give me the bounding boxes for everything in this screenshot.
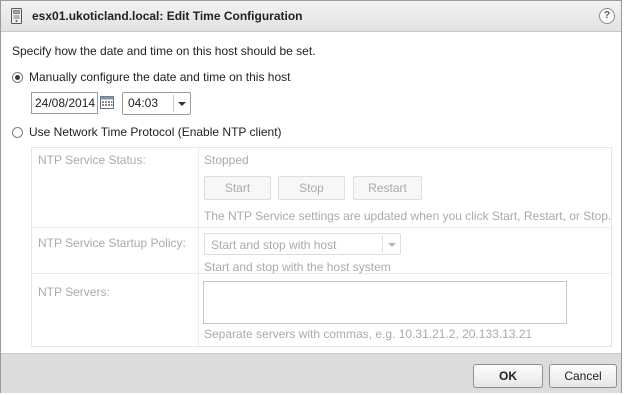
- chevron-down-icon[interactable]: [388, 243, 396, 247]
- date-input[interactable]: 24/08/2014: [31, 92, 98, 114]
- ntp-startup-policy-value: Start and stop with host: [211, 238, 337, 252]
- panel-column-divider: [198, 148, 199, 346]
- start-button[interactable]: Start: [204, 176, 271, 200]
- chevron-down-icon[interactable]: [178, 102, 186, 106]
- time-value: 04:03: [128, 96, 159, 110]
- ok-button[interactable]: OK: [473, 364, 543, 388]
- ntp-radio[interactable]: [12, 127, 23, 138]
- calendar-icon[interactable]: [100, 96, 114, 109]
- instruction-text: Specify how the date and time on this ho…: [12, 44, 316, 58]
- dialog-title: esx01.ukoticland.local: Edit Time Config…: [32, 9, 303, 23]
- host-icon: [11, 8, 22, 24]
- ntp-startup-policy-label: NTP Service Startup Policy:: [38, 236, 186, 250]
- ntp-startup-policy-select[interactable]: Start and stop with host: [204, 233, 401, 255]
- stop-button[interactable]: Stop: [278, 176, 345, 200]
- manual-radio[interactable]: [12, 72, 23, 83]
- ntp-settings-panel: NTP Service Status: Stopped Start Stop R…: [31, 147, 612, 347]
- ntp-service-status-label: NTP Service Status:: [38, 153, 146, 167]
- title-bar: esx01.ukoticland.local: Edit Time Config…: [1, 1, 621, 32]
- cancel-button[interactable]: Cancel: [549, 364, 617, 388]
- policy-select-divider: [382, 236, 383, 252]
- time-select-divider: [173, 95, 174, 112]
- time-select[interactable]: 04:03: [122, 92, 191, 115]
- manual-radio-label[interactable]: Manually configure the date and time on …: [29, 70, 291, 84]
- ntp-servers-hint: Separate servers with commas, e.g. 10.31…: [204, 327, 533, 341]
- ntp-service-status-value: Stopped: [204, 153, 249, 167]
- ntp-servers-input[interactable]: [203, 281, 567, 324]
- help-icon[interactable]: ?: [599, 8, 615, 24]
- ntp-radio-label[interactable]: Use Network Time Protocol (Enable NTP cl…: [29, 125, 282, 139]
- dialog-footer: OK Cancel: [1, 353, 621, 393]
- ntp-startup-policy-note: Start and stop with the host system: [204, 260, 391, 274]
- restart-button[interactable]: Restart: [353, 176, 422, 200]
- edit-time-configuration-dialog: esx01.ukoticland.local: Edit Time Config…: [0, 0, 622, 393]
- panel-row-divider: [32, 227, 611, 228]
- ntp-service-note: The NTP Service settings are updated whe…: [204, 209, 612, 223]
- ntp-servers-label: NTP Servers:: [38, 285, 110, 299]
